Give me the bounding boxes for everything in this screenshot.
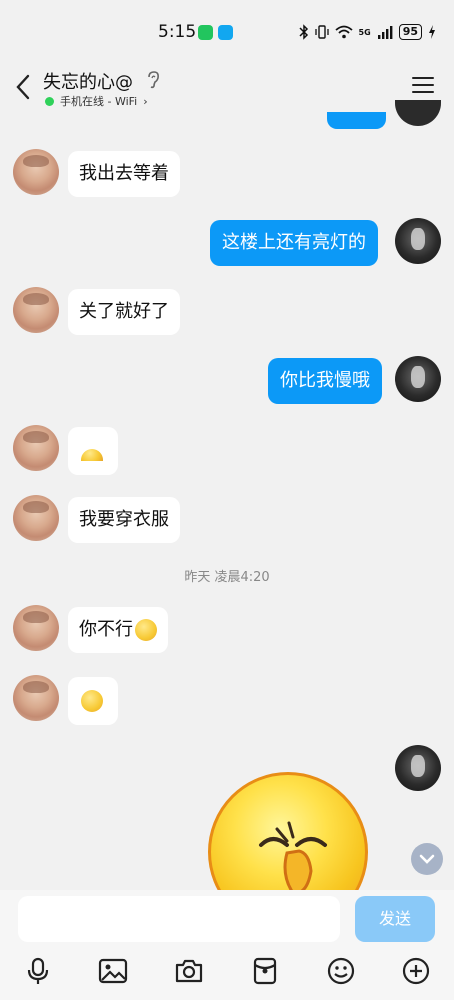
chevron-down-icon bbox=[419, 854, 435, 864]
message-timestamp: 昨天 凌晨4:20 bbox=[184, 570, 270, 585]
avatar-self[interactable] bbox=[395, 100, 441, 126]
avatar-contact[interactable] bbox=[13, 287, 59, 333]
message-bubble[interactable]: 这楼上还有亮灯的 bbox=[210, 220, 378, 266]
avatar-contact[interactable] bbox=[13, 605, 59, 651]
avatar-contact[interactable] bbox=[13, 495, 59, 541]
chat-header: 失忘的心@ 手机在线 - WiFi › bbox=[0, 60, 454, 116]
avatar-self[interactable] bbox=[395, 745, 441, 791]
message-bubble[interactable]: 你比我慢哦 bbox=[268, 358, 382, 404]
status-time: 5:15 bbox=[158, 22, 197, 42]
red-packet-icon[interactable] bbox=[250, 956, 280, 986]
message-bubble[interactable]: 你不行 bbox=[68, 607, 168, 653]
send-button[interactable]: 发送 bbox=[355, 896, 435, 942]
bluetooth-icon bbox=[299, 24, 308, 40]
ear-icon bbox=[148, 71, 159, 89]
online-status-dot bbox=[45, 97, 54, 106]
online-status-text: 手机在线 - WiFi bbox=[60, 95, 138, 108]
peeking-face-icon bbox=[81, 449, 103, 461]
message-bubble[interactable]: 我出去等着 bbox=[68, 151, 180, 197]
online-status[interactable]: 手机在线 - WiFi › bbox=[60, 93, 148, 109]
chevron-right-icon: › bbox=[143, 95, 148, 108]
message-bubble-emoji[interactable] bbox=[68, 427, 118, 475]
wifi-icon bbox=[334, 25, 353, 39]
image-icon[interactable] bbox=[98, 956, 128, 986]
menu-button[interactable] bbox=[412, 77, 434, 97]
microphone-icon[interactable] bbox=[23, 956, 53, 986]
status-indicators: 5G 95 bbox=[299, 24, 436, 40]
avatar-contact[interactable] bbox=[13, 425, 59, 471]
menu-bar bbox=[412, 84, 434, 86]
avatar-self[interactable] bbox=[395, 218, 441, 264]
avatar-contact[interactable] bbox=[13, 675, 59, 721]
charging-icon bbox=[429, 25, 435, 39]
contact-name[interactable]: 失忘的心@ bbox=[43, 68, 133, 94]
message-bubble-emoji[interactable] bbox=[68, 677, 118, 725]
menu-bar bbox=[412, 91, 434, 93]
avatar-self[interactable] bbox=[395, 356, 441, 402]
wechat-notification-icon bbox=[198, 25, 213, 40]
back-icon[interactable] bbox=[10, 72, 36, 102]
camera-icon[interactable] bbox=[174, 956, 204, 986]
emoji-icon[interactable] bbox=[326, 956, 356, 986]
partial-message-bubble[interactable] bbox=[327, 112, 386, 129]
chat-toolbar bbox=[0, 952, 454, 992]
message-input[interactable] bbox=[18, 896, 340, 942]
scroll-to-bottom-button[interactable] bbox=[411, 843, 443, 875]
battery-indicator: 95 bbox=[398, 24, 422, 40]
message-text: 你不行 bbox=[79, 619, 133, 640]
message-bubble[interactable]: 关了就好了 bbox=[68, 289, 180, 335]
pleading-face-icon bbox=[81, 690, 103, 712]
network-type: 5G bbox=[358, 27, 371, 37]
qq-notification-icon bbox=[218, 25, 233, 40]
status-bar: 5:15 5G 95 bbox=[0, 0, 454, 64]
vibrate-icon bbox=[314, 25, 329, 39]
smirk-face-icon bbox=[135, 619, 157, 641]
input-bar: 发送 bbox=[0, 890, 454, 1000]
avatar-contact[interactable] bbox=[13, 149, 59, 195]
menu-bar bbox=[412, 77, 434, 79]
signal-icon bbox=[377, 26, 393, 39]
message-bubble[interactable]: 我要穿衣服 bbox=[68, 497, 180, 543]
plus-icon[interactable] bbox=[401, 956, 431, 986]
